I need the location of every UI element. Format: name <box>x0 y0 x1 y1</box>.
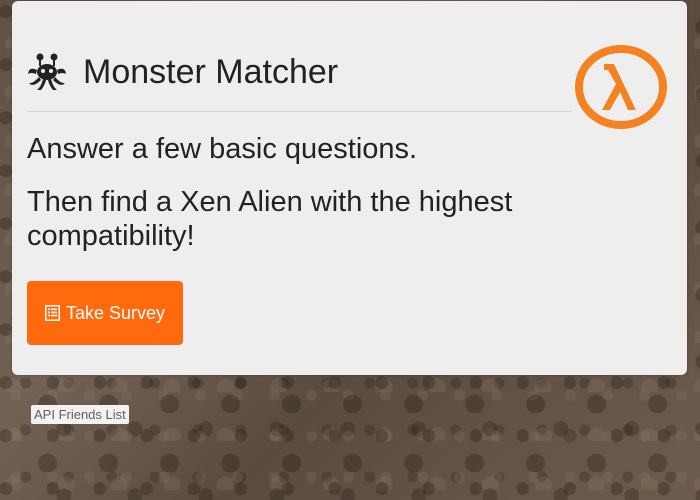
page-header: Monster Matcher <box>27 47 338 97</box>
api-friends-list-link[interactable]: API Friends List <box>31 405 129 424</box>
hero-panel: Monster Matcher Answer a few basic quest… <box>12 1 687 375</box>
page-title: Monster Matcher <box>83 52 339 91</box>
description-text: Then find a Xen Alien with the highest c… <box>27 186 513 252</box>
take-survey-label: Take Survey <box>65 302 166 323</box>
take-survey-button[interactable]: Take Survey <box>27 281 183 345</box>
list-alt-icon <box>44 305 60 321</box>
intro-text: Answer a few basic questions. <box>27 133 418 165</box>
lambda-logo-icon <box>575 45 667 129</box>
header-divider <box>27 111 572 112</box>
monster-icon <box>28 53 66 90</box>
